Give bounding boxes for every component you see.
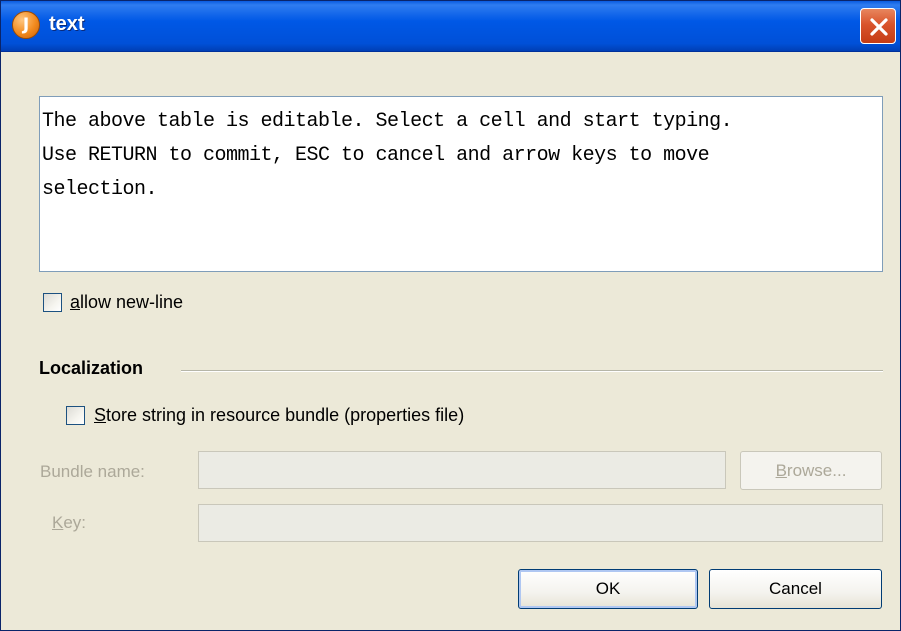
label-text: ey: [63, 513, 87, 532]
allow-newline-checkbox[interactable] [43, 293, 62, 312]
store-in-bundle-label[interactable]: Store string in resource bundle (propert… [94, 405, 464, 426]
mnemonic-char: a [70, 292, 81, 312]
title-bar[interactable]: J text [1, 1, 900, 52]
browse-button[interactable]: Browse... [740, 451, 882, 490]
bundle-name-label: Bundle name: [40, 462, 145, 481]
key-input[interactable] [198, 504, 883, 542]
dialog-window: J text The above table is editable. Sele… [0, 0, 901, 631]
localization-heading: Localization [39, 358, 144, 378]
cancel-button[interactable]: Cancel [709, 569, 882, 609]
window-title: text [49, 13, 85, 35]
key-label: Key: [52, 513, 86, 533]
mnemonic-char: S [94, 405, 107, 425]
mnemonic-char: K [52, 513, 64, 532]
store-in-bundle-checkbox[interactable] [66, 406, 85, 425]
button-label: rowse... [786, 461, 847, 480]
label-text: tore string in resource bundle (properti… [106, 405, 465, 425]
text-editor[interactable]: The above table is editable. Select a ce… [39, 96, 883, 272]
bundle-name-input[interactable] [198, 451, 726, 489]
text-line: The above table is editable. Select a ce… [42, 110, 733, 133]
close-x-icon [870, 18, 888, 36]
allow-newline-label[interactable]: allow new-line [70, 292, 183, 313]
text-line: selection. [42, 178, 158, 201]
java-app-icon: J [12, 11, 40, 39]
ok-button[interactable]: OK [518, 569, 698, 609]
mnemonic-char: B [775, 461, 787, 480]
label-text: llow new-line [80, 292, 184, 312]
section-separator [181, 370, 883, 372]
text-line: Use RETURN to commit, ESC to cancel and … [42, 144, 710, 167]
close-button[interactable] [860, 8, 896, 44]
